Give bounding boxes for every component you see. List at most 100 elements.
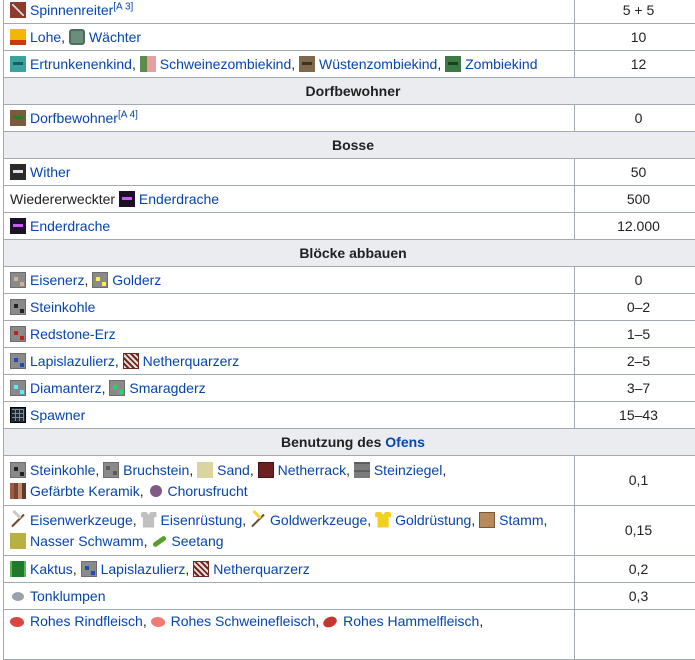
section-header-row: Dorfbewohner	[4, 78, 695, 105]
table-row: Eisenerz, Golderz 0	[4, 267, 695, 294]
table-row: Ertrunkenenkind, Schweinezombiekind, Wüs…	[4, 51, 695, 78]
xp-value: 0,15	[575, 506, 695, 556]
xp-value: 15–43	[575, 402, 695, 429]
link-eisenwerkzeuge[interactable]: Eisenwerkzeuge	[30, 512, 133, 528]
section-header-row: Blöcke abbauen	[4, 240, 695, 267]
link-kaktus[interactable]: Kaktus	[30, 561, 73, 577]
chorus-fruit-icon	[150, 485, 162, 497]
ref-a3[interactable]: [A 3]	[113, 1, 133, 12]
link-goldwerkzeuge[interactable]: Goldwerkzeuge	[270, 512, 367, 528]
cactus-icon	[10, 561, 26, 577]
separator: ,	[102, 380, 106, 396]
link-chorusfrucht[interactable]: Chorusfrucht	[168, 483, 248, 499]
link-steinkohle-ofen[interactable]: Steinkohle	[30, 462, 95, 478]
link-wither[interactable]: Wither	[30, 164, 70, 180]
emerald-ore-icon	[109, 380, 125, 396]
gold-chestplate-icon	[375, 512, 391, 528]
link-dorfbewohner[interactable]: Dorfbewohner	[30, 110, 118, 126]
respawned-prefix: Wiedererweckter	[10, 191, 115, 207]
coal-ore-icon	[10, 462, 26, 478]
xp-value: 10	[575, 24, 695, 51]
link-golderz[interactable]: Golderz	[112, 272, 161, 288]
link-bruchstein[interactable]: Bruchstein	[123, 462, 189, 478]
source-cell: Enderdrache	[4, 213, 575, 240]
link-enderdrache[interactable]: Enderdrache	[30, 218, 110, 234]
link-eisenruestung[interactable]: Eisenrüstung	[161, 512, 243, 528]
table-row: Wither 50	[4, 159, 695, 186]
separator: ,	[242, 512, 246, 528]
raw-mutton-icon	[322, 614, 339, 630]
source-cell: Diamanterz, Smaragderz	[4, 375, 575, 402]
link-goldruestung[interactable]: Goldrüstung	[395, 512, 471, 528]
separator: ,	[84, 272, 88, 288]
section-header-bloecke: Blöcke abbauen	[4, 240, 695, 267]
link-enderdrache-respawned[interactable]: Enderdrache	[139, 191, 219, 207]
link-tonklumpen[interactable]: Tonklumpen	[30, 588, 106, 604]
clay-ball-icon	[12, 592, 24, 601]
xp-value: 12.000	[575, 213, 695, 240]
link-schweinezombiekind[interactable]: Schweinezombiekind	[160, 56, 292, 72]
link-lohe[interactable]: Lohe	[30, 29, 61, 45]
lapis-ore-icon	[10, 353, 26, 369]
source-cell: Wither	[4, 159, 575, 186]
table-row: Dorfbewohner[A 4] 0	[4, 105, 695, 132]
link-sand[interactable]: Sand	[217, 462, 250, 478]
separator: ,	[140, 483, 144, 499]
wet-sponge-icon	[10, 533, 26, 549]
table-row: Lapislazulierz, Netherquarzerz 2–5	[4, 348, 695, 375]
ender-dragon-icon	[119, 191, 135, 207]
link-ertrunkenenkind[interactable]: Ertrunkenenkind	[30, 56, 132, 72]
xp-value: 0,2	[575, 556, 695, 583]
table-row: Wiedererweckter Enderdrache 500	[4, 186, 695, 213]
iron-chestplate-icon	[141, 512, 157, 528]
husk-icon	[299, 56, 315, 72]
source-cell: Lapislazulierz, Netherquarzerz	[4, 348, 575, 375]
link-steinziegel[interactable]: Steinziegel	[374, 462, 443, 478]
link-zombiekind[interactable]: Zombiekind	[465, 56, 537, 72]
section-header-row: Bosse	[4, 132, 695, 159]
xp-value: 500	[575, 186, 695, 213]
link-redstone-erz[interactable]: Redstone-Erz	[30, 326, 116, 342]
link-nasser-schwamm[interactable]: Nasser Schwamm	[30, 533, 144, 549]
terracotta-icon	[10, 483, 26, 499]
redstone-ore-icon	[10, 326, 26, 342]
link-seetang[interactable]: Seetang	[171, 533, 223, 549]
link-lapislazulierz[interactable]: Lapislazulierz	[30, 353, 115, 369]
zombie-pigman-icon	[140, 56, 156, 72]
source-cell: Steinkohle, Bruchstein, Sand, Netherrack…	[4, 456, 575, 506]
link-netherquarzerz[interactable]: Netherquarzerz	[143, 353, 240, 369]
table-row: Redstone-Erz 1–5	[4, 321, 695, 348]
villager-icon	[10, 110, 26, 126]
link-diamanterz[interactable]: Diamanterz	[30, 380, 102, 396]
link-lapislazulierz-ofen[interactable]: Lapislazulierz	[101, 561, 186, 577]
xp-value: 0,1	[575, 456, 695, 506]
link-stamm[interactable]: Stamm	[499, 512, 543, 528]
gold-ore-icon	[92, 272, 108, 288]
ref-a4[interactable]: [A 4]	[118, 109, 138, 120]
separator: ,	[346, 462, 350, 478]
separator: ,	[144, 533, 148, 549]
link-wuestenzombiekind[interactable]: Wüstenzombiekind	[319, 56, 437, 72]
link-netherquarzerz-ofen[interactable]: Netherquarzerz	[213, 561, 310, 577]
link-rohes-schweinefleisch[interactable]: Rohes Schweinefleisch	[171, 613, 316, 629]
cobblestone-icon	[103, 462, 119, 478]
link-rohes-rindfleisch[interactable]: Rohes Rindfleisch	[30, 613, 143, 629]
link-spinnenreiter[interactable]: Spinnenreiter	[30, 2, 113, 18]
wither-icon	[10, 164, 26, 180]
link-smaragderz[interactable]: Smaragderz	[129, 380, 205, 396]
link-steinkohle[interactable]: Steinkohle	[30, 299, 95, 315]
link-waechter[interactable]: Wächter	[89, 29, 141, 45]
link-ofen[interactable]: Ofens	[385, 434, 425, 450]
link-rohes-hammelfleisch[interactable]: Rohes Hammelfleisch	[343, 613, 479, 629]
link-spawner[interactable]: Spawner	[30, 407, 85, 423]
table-row: Rohes Rindfleisch, Rohes Schweinefleisch…	[4, 610, 695, 660]
link-eisenerz[interactable]: Eisenerz	[30, 272, 84, 288]
table-row: Enderdrache 12.000	[4, 213, 695, 240]
link-gefaerbte-keramik[interactable]: Gefärbte Keramik	[30, 483, 140, 499]
separator: ,	[471, 512, 475, 528]
header-ofen-prefix: Benutzung des	[281, 434, 381, 450]
source-cell: Dorfbewohner[A 4]	[4, 105, 575, 132]
link-netherrack[interactable]: Netherrack	[278, 462, 346, 478]
table-row: Lohe, Wächter 10	[4, 24, 695, 51]
table-row: Kaktus, Lapislazulierz, Netherquarzerz 0…	[4, 556, 695, 583]
